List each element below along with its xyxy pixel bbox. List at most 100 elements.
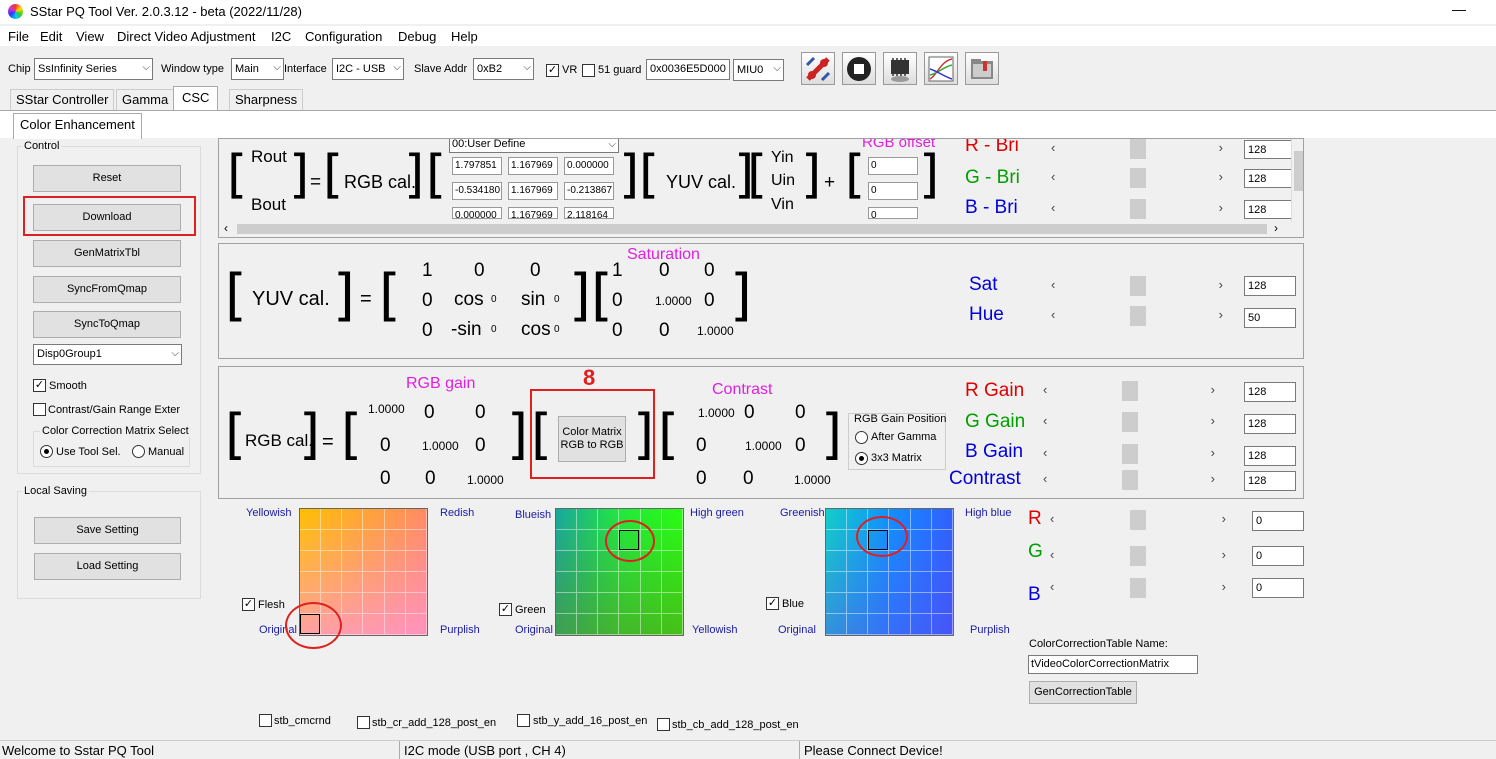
address-field[interactable]: 0x0036E5D000 xyxy=(646,59,730,80)
green-checkbox[interactable]: ✓ xyxy=(499,603,512,616)
folder-icon[interactable] xyxy=(965,52,999,85)
slider-thumb[interactable] xyxy=(1130,546,1146,566)
stb-y-add-checkbox[interactable] xyxy=(517,714,530,727)
offset-field[interactable]: 0 xyxy=(868,182,918,200)
stb-cb-add-checkbox[interactable] xyxy=(657,718,670,731)
tab-color-enhancement[interactable]: Color Enhancement xyxy=(13,113,142,139)
menu-i2c[interactable]: I2C xyxy=(271,29,291,44)
save-setting-button[interactable]: Save Setting xyxy=(34,517,181,544)
menu-view[interactable]: View xyxy=(76,29,104,44)
stop-icon[interactable] xyxy=(842,52,876,85)
matrix-3x3-radio[interactable] xyxy=(855,452,868,465)
menu-direct-video-adjustment[interactable]: Direct Video Adjustment xyxy=(117,29,256,44)
matrix-cell[interactable]: -0.534180 xyxy=(452,182,502,200)
r-bri-value[interactable]: 128 xyxy=(1244,140,1292,159)
tab-gamma[interactable]: Gamma xyxy=(116,89,175,111)
g-bri-value[interactable]: 128 xyxy=(1244,169,1292,188)
b-value[interactable]: 0 xyxy=(1252,578,1304,598)
matrix-cell[interactable]: 1.167969 xyxy=(508,207,558,219)
r-slider[interactable]: ‹ › xyxy=(1046,510,1230,532)
slave-addr-select[interactable]: 0xB2 ⌵ xyxy=(473,58,534,80)
flesh-checkbox[interactable]: ✓ xyxy=(242,598,255,611)
sat-value[interactable]: 128 xyxy=(1244,276,1296,296)
slider-thumb[interactable] xyxy=(1122,412,1138,432)
gen-correction-table-button[interactable]: GenCorrectionTable xyxy=(1029,681,1137,704)
genmatrix-button[interactable]: GenMatrixTbl xyxy=(33,240,181,267)
matrix-cell[interactable]: 0.000000 xyxy=(564,157,614,175)
r-gain-value[interactable]: 128 xyxy=(1244,382,1296,402)
syncfrom-button[interactable]: SyncFromQmap xyxy=(33,276,181,303)
b-gain-value[interactable]: 128 xyxy=(1244,446,1296,466)
menu-configuration[interactable]: Configuration xyxy=(305,29,382,44)
curve-chart-icon[interactable] xyxy=(924,52,958,85)
chip-board-icon[interactable] xyxy=(883,52,917,85)
sat-slider[interactable]: ‹ › xyxy=(1047,276,1227,298)
matrix-cell[interactable]: 1.797851 xyxy=(452,157,502,175)
stb-cmcrnd-checkbox[interactable] xyxy=(259,714,272,727)
matrix-cell[interactable]: 1.167969 xyxy=(508,157,558,175)
tab-csc[interactable]: CSC xyxy=(173,86,219,111)
g-gain-value[interactable]: 128 xyxy=(1244,414,1296,434)
scrollbar-thumb[interactable] xyxy=(1294,151,1303,191)
b-bri-value[interactable]: 128 xyxy=(1244,200,1292,219)
matrix-cell[interactable]: 2.118164 xyxy=(564,207,614,219)
b-bri-slider[interactable]: ‹ › xyxy=(1047,199,1227,221)
r-value[interactable]: 0 xyxy=(1252,511,1304,531)
slider-thumb[interactable] xyxy=(1122,470,1138,490)
hue-slider[interactable]: ‹ › xyxy=(1047,306,1227,328)
slider-thumb[interactable] xyxy=(1122,444,1138,464)
guard-checkbox[interactable] xyxy=(582,64,595,77)
contrast-slider[interactable]: ‹ › xyxy=(1039,470,1219,492)
vr-checkbox[interactable]: ✓ xyxy=(546,64,559,77)
interface-select[interactable]: I2C - USB ⌵ xyxy=(332,58,404,80)
slider-thumb[interactable] xyxy=(1130,510,1146,530)
vertical-scrollbar[interactable] xyxy=(1291,139,1303,222)
smooth-checkbox[interactable]: ✓ xyxy=(33,379,46,392)
use-tool-radio[interactable] xyxy=(40,445,53,458)
horizontal-scrollbar[interactable]: ‹ › xyxy=(219,221,1291,237)
g-gain-slider[interactable]: ‹ › xyxy=(1039,412,1219,434)
color-matrix-button[interactable]: Color Matrix RGB to RGB xyxy=(558,416,626,462)
slider-thumb[interactable] xyxy=(1130,199,1146,219)
cct-name-field[interactable]: tVideoColorCorrectionMatrix xyxy=(1028,655,1198,674)
syncto-button[interactable]: SyncToQmap xyxy=(33,311,181,338)
slider-thumb[interactable] xyxy=(1130,139,1146,159)
minimize-button[interactable]: — xyxy=(1452,1,1466,17)
slider-thumb[interactable] xyxy=(1122,381,1138,401)
r-bri-slider[interactable]: ‹ › xyxy=(1047,139,1227,161)
tab-sharpness[interactable]: Sharpness xyxy=(229,89,304,111)
window-type-select[interactable]: Main ⌵ xyxy=(231,58,284,80)
menu-help[interactable]: Help xyxy=(451,29,478,44)
slider-thumb[interactable] xyxy=(1130,276,1146,296)
slider-thumb[interactable] xyxy=(1130,168,1146,188)
g-bri-slider[interactable]: ‹ › xyxy=(1047,168,1227,190)
g-slider[interactable]: ‹ › xyxy=(1046,546,1230,568)
b-slider[interactable]: ‹ › xyxy=(1046,578,1230,600)
offset-field[interactable]: 0 xyxy=(868,157,918,175)
offset-field[interactable]: 0 xyxy=(868,207,918,219)
load-setting-button[interactable]: Load Setting xyxy=(34,553,181,580)
blue-checkbox[interactable]: ✓ xyxy=(766,597,779,610)
define-select[interactable]: 00:User Define ⌵ xyxy=(449,139,619,153)
scrollbar-thumb[interactable] xyxy=(237,224,1267,234)
matrix-cell[interactable]: 1.167969 xyxy=(508,182,558,200)
menu-edit[interactable]: Edit xyxy=(40,29,62,44)
matrix-cell[interactable]: 0.000000 xyxy=(452,207,502,219)
matrix-cell[interactable]: -0.213867 xyxy=(564,182,614,200)
chip-select[interactable]: SsInfinity Series ⌵ xyxy=(34,58,153,80)
stb-cr-add-checkbox[interactable] xyxy=(357,716,370,729)
hue-value[interactable]: 50 xyxy=(1244,308,1296,328)
contrast-range-checkbox[interactable] xyxy=(33,403,46,416)
tab-sstar-controller[interactable]: SStar Controller xyxy=(10,89,115,111)
slider-thumb[interactable] xyxy=(1130,578,1146,598)
group-select[interactable]: Disp0Group1 ⌵ xyxy=(33,344,182,365)
slider-thumb[interactable] xyxy=(1130,306,1146,326)
connect-icon[interactable] xyxy=(801,52,835,85)
download-button[interactable]: Download xyxy=(33,204,181,231)
b-gain-slider[interactable]: ‹ › xyxy=(1039,444,1219,466)
menu-debug[interactable]: Debug xyxy=(398,29,436,44)
g-value[interactable]: 0 xyxy=(1252,546,1304,566)
miu-select[interactable]: MIU0 ⌵ xyxy=(733,59,784,81)
contrast-value[interactable]: 128 xyxy=(1244,471,1296,491)
after-gamma-radio[interactable] xyxy=(855,431,868,444)
